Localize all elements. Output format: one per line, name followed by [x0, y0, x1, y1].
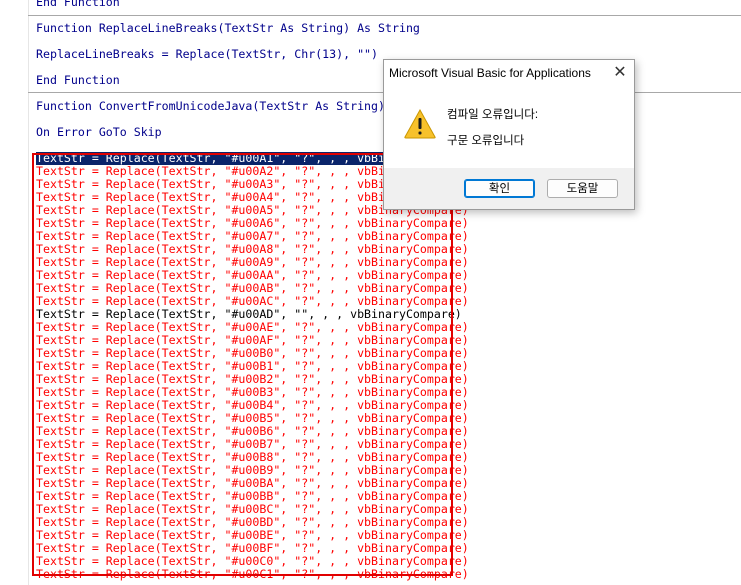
dialog-footer: 확인 도움말 [384, 168, 634, 209]
help-button[interactable]: 도움말 [547, 179, 618, 198]
error-message-detail: 구문 오류입니다 [447, 135, 525, 147]
code-line[interactable]: Function ConvertFromUnicodeJava(TextStr … [36, 100, 385, 113]
error-message-title: 컴파일 오류입니다: [447, 109, 539, 121]
editor-gutter [0, 0, 29, 585]
code-line[interactable]: End Function [36, 0, 120, 9]
warning-icon [404, 109, 436, 139]
close-icon[interactable]: ✕ [610, 63, 630, 83]
dialog-title: Microsoft Visual Basic for Applications [389, 66, 591, 80]
ok-button[interactable]: 확인 [464, 179, 535, 198]
code-line[interactable]: On Error GoTo Skip [36, 126, 162, 139]
code-line[interactable]: Function ReplaceLineBreaks(TextStr As St… [36, 22, 420, 35]
code-line[interactable]: End Function [36, 74, 120, 87]
procedure-separator [28, 15, 741, 16]
code-line[interactable]: ReplaceLineBreaks = Replace(TextStr, Chr… [36, 48, 378, 61]
vba-error-dialog: Microsoft Visual Basic for Applications … [383, 59, 635, 210]
code-line-replace[interactable]: TextStr = Replace(TextStr, "#u00C1", "?"… [36, 568, 469, 581]
dialog-body: 컴파일 오류입니다: 구문 오류입니다 [384, 86, 634, 168]
dialog-titlebar[interactable]: Microsoft Visual Basic for Applications … [384, 60, 634, 86]
